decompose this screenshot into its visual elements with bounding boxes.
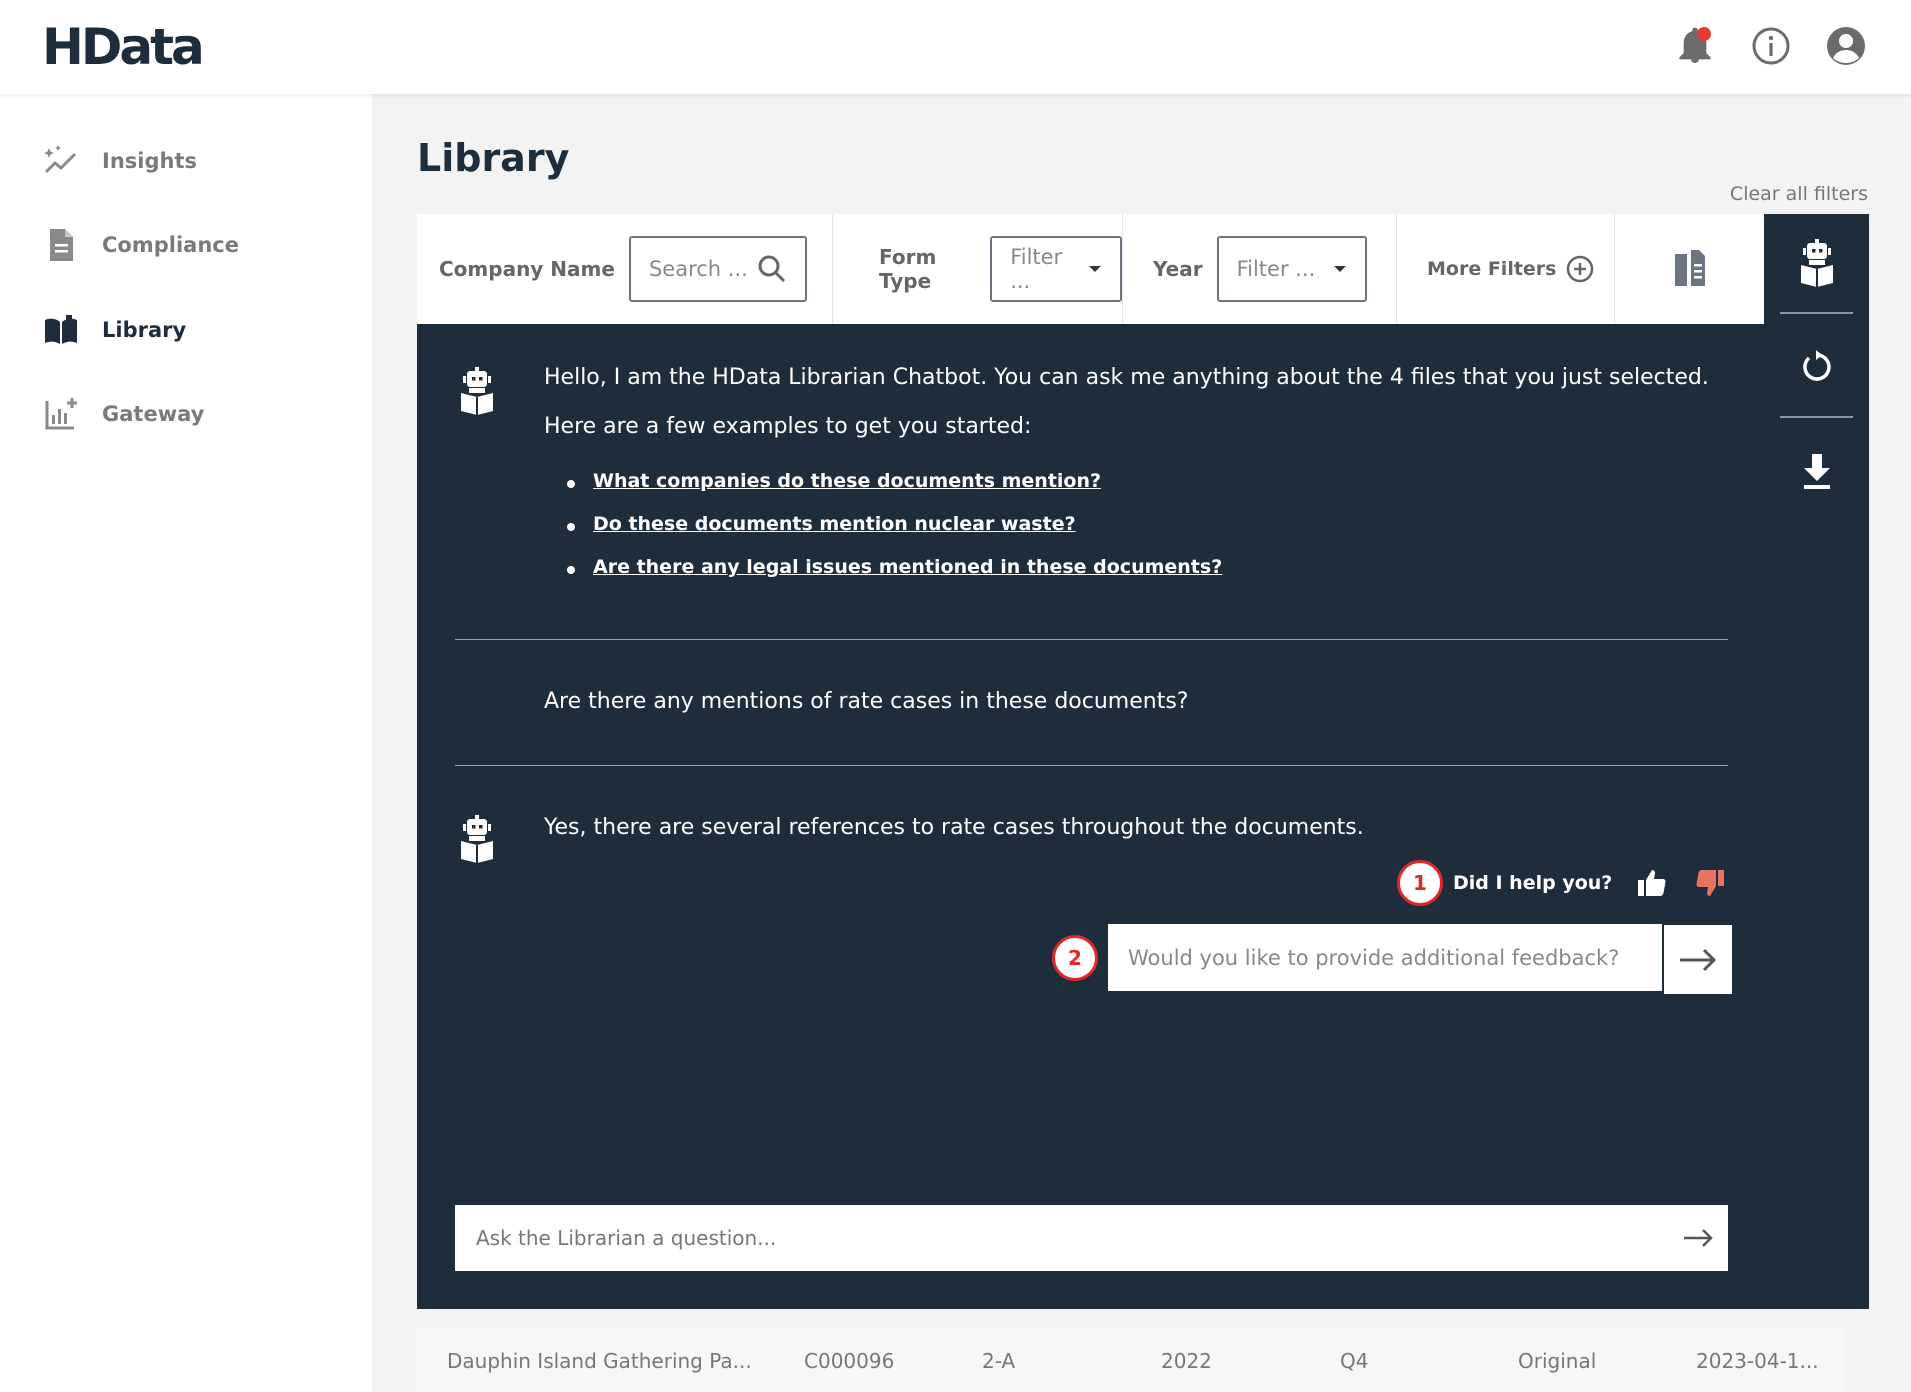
top-header: HData (0, 0, 1911, 94)
cell-type: Original (1518, 1349, 1597, 1373)
sparkle-chart-icon (44, 145, 77, 174)
chat-side-panel (1764, 214, 1869, 1309)
message-divider (455, 765, 1728, 766)
bot-intro-message-2: Here are a few examples to get you start… (544, 414, 1032, 439)
refresh-icon (1802, 350, 1831, 381)
cell-year: 2022 (1161, 1349, 1212, 1373)
cell-company: Dauphin Island Gathering Pa... (447, 1349, 752, 1373)
search-icon (758, 255, 786, 283)
form-type-placeholder: Filter ... (1010, 245, 1063, 293)
bot-avatar-icon (461, 367, 493, 415)
bot-avatar-icon (461, 815, 493, 863)
example-questions-list: What companies do these documents mentio… (567, 470, 1222, 599)
open-book-icon (45, 315, 77, 344)
sidebar-item-library[interactable]: Library (42, 310, 186, 350)
cell-date: 2023-04-1... (1696, 1349, 1819, 1373)
caret-down-icon (1333, 266, 1346, 272)
company-filter: Company Name Search ... (439, 214, 833, 324)
feedback-send-button[interactable] (1664, 925, 1732, 994)
cell-form: 2-A (982, 1349, 1016, 1373)
helpful-prompt: Did I help you? (1453, 872, 1613, 894)
message-divider (455, 639, 1728, 640)
helpful-feedback-row: 1 Did I help you? (1397, 860, 1728, 906)
plus-circle-icon (1567, 255, 1594, 283)
company-search-placeholder: Search ... (648, 257, 748, 281)
hdata-logo[interactable]: HData (42, 20, 205, 74)
annotation-marker-2: 2 (1052, 934, 1098, 981)
more-filters-label: More Filters (1427, 258, 1557, 280)
arrow-right-icon (1684, 1229, 1713, 1247)
sidebar-item-compliance[interactable]: Compliance (42, 225, 239, 265)
bell-icon[interactable] (1673, 24, 1717, 68)
example-question-link[interactable]: Are there any legal issues mentioned in … (593, 556, 1222, 578)
user-question-message: Are there any mentions of rate cases in … (544, 689, 1189, 714)
compare-docs-group (1615, 214, 1764, 324)
list-item: Do these documents mention nuclear waste… (567, 513, 1222, 556)
arrow-right-icon (1680, 948, 1717, 971)
notification-dot (1697, 27, 1711, 41)
example-question-link[interactable]: Do these documents mention nuclear waste… (593, 513, 1076, 535)
chat-window: Hello, I am the HData Librarian Chatbot.… (417, 324, 1764, 1309)
thumbs-up-button[interactable] (1634, 865, 1670, 901)
form-type-dropdown[interactable]: Filter ... (990, 236, 1122, 302)
year-dropdown[interactable]: Filter ... (1216, 236, 1367, 302)
table-row[interactable]: Dauphin Island Gathering Pa... C000096 2… (417, 1327, 1845, 1392)
sidebar-item-label: Gateway (102, 402, 205, 426)
list-item: What companies do these documents mentio… (567, 470, 1222, 513)
sidebar: Insights Compliance Library Gateway (0, 94, 372, 1392)
feedback-row: 2 (1052, 921, 1732, 994)
info-icon[interactable] (1749, 24, 1793, 68)
ask-librarian-box (455, 1205, 1728, 1271)
sidebar-item-label: Compliance (102, 233, 239, 257)
form-type-filter: Form Type Filter ... (833, 214, 1123, 324)
caret-down-icon (1089, 266, 1102, 272)
sidebar-item-label: Insights (102, 149, 197, 173)
chatbot-toggle-button[interactable] (1780, 214, 1853, 314)
company-filter-label: Company Name (439, 257, 615, 281)
year-placeholder: Filter ... (1236, 257, 1316, 281)
cell-id: C000096 (804, 1349, 895, 1373)
clear-all-filters-link[interactable]: Clear all filters (1730, 183, 1868, 205)
form-type-filter-label: Form Type (879, 245, 937, 293)
ask-send-button[interactable] (1668, 1205, 1728, 1271)
more-filters-button[interactable]: More Filters (1427, 255, 1594, 283)
thumbs-up-icon (1638, 870, 1666, 896)
year-filter: Year Filter ... (1123, 214, 1397, 324)
thumbs-down-icon (1696, 870, 1725, 896)
robot-reader-icon (1800, 239, 1833, 287)
page-title: Library (417, 136, 570, 180)
download-icon (1803, 454, 1830, 489)
more-filters-group: More Filters (1397, 214, 1615, 324)
year-filter-label: Year (1153, 257, 1203, 281)
document-icon (50, 229, 73, 261)
ask-librarian-input[interactable] (455, 1205, 1668, 1271)
thumbs-down-button[interactable] (1692, 865, 1728, 901)
chart-add-icon (45, 398, 77, 430)
sidebar-item-label: Library (102, 318, 187, 342)
download-button[interactable] (1780, 422, 1853, 522)
compare-documents-icon[interactable] (1671, 248, 1709, 290)
list-item: Are there any legal issues mentioned in … (567, 556, 1222, 599)
feedback-input[interactable] (1108, 924, 1662, 991)
sidebar-item-insights[interactable]: Insights (42, 141, 197, 181)
reset-chat-button[interactable] (1780, 318, 1853, 418)
user-icon[interactable] (1824, 24, 1868, 68)
sidebar-item-gateway[interactable]: Gateway (42, 394, 204, 434)
bot-intro-message: Hello, I am the HData Librarian Chatbot.… (544, 365, 1709, 390)
filter-bar: Company Name Search ... Form Type Filter… (417, 214, 1869, 324)
annotation-marker-1: 1 (1397, 860, 1443, 906)
bot-answer-message: Yes, there are several references to rat… (544, 815, 1364, 840)
example-question-link[interactable]: What companies do these documents mentio… (593, 470, 1101, 492)
cell-quarter: Q4 (1340, 1349, 1369, 1373)
company-search-input[interactable]: Search ... (628, 236, 807, 302)
